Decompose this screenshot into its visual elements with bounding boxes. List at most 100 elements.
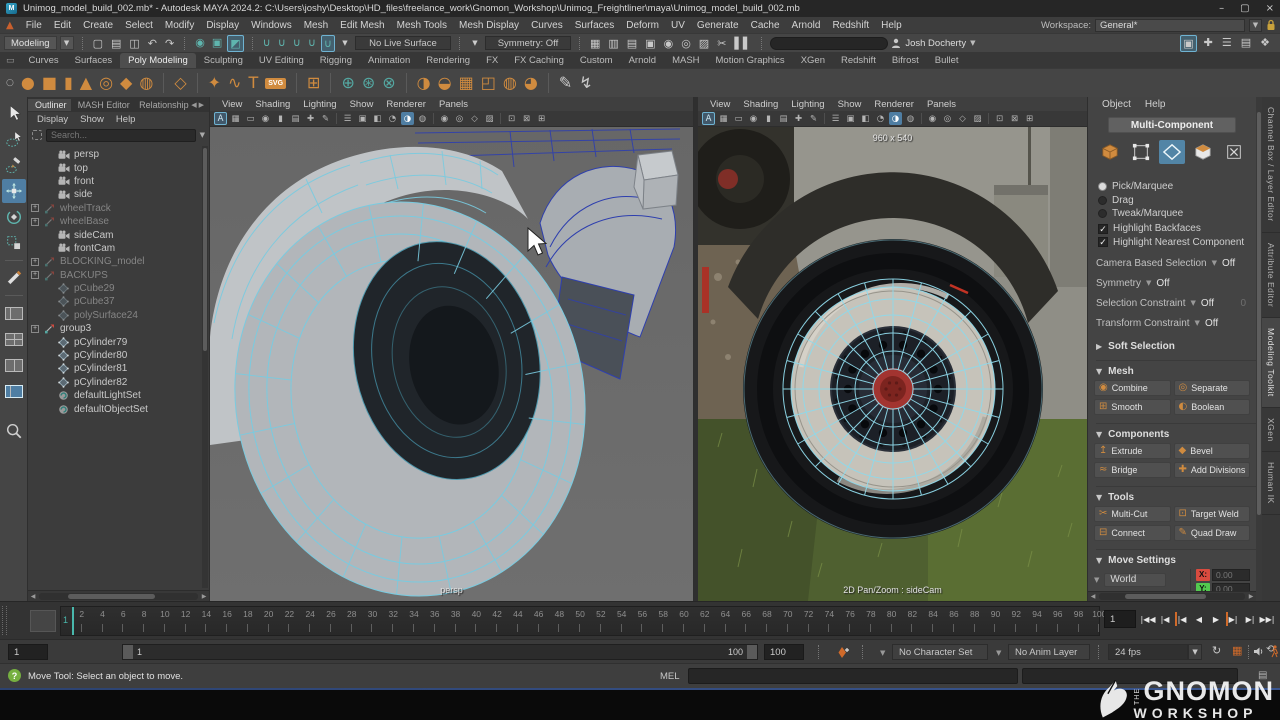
timeline-frame-88[interactable]: 88 — [954, 607, 975, 635]
soft-selection-expand-icon[interactable]: ▶ — [1096, 342, 1102, 351]
axis-orientation-caret-icon[interactable]: ▼ — [1094, 576, 1099, 584]
resolution-gate-icon[interactable]: ⊡ — [505, 112, 518, 125]
smooth-mesh-icon[interactable]: ◑ — [417, 71, 431, 95]
panel-menu-view[interactable]: View — [704, 99, 736, 110]
resolution-gate-icon[interactable]: ⊡ — [993, 112, 1006, 125]
toolkit-menu-object[interactable]: Object — [1096, 99, 1137, 110]
outliner-item-side[interactable]: side — [28, 188, 203, 201]
radio-drag[interactable]: Drag — [1098, 193, 1256, 206]
timeline-frame-64[interactable]: 64 — [705, 607, 726, 635]
panel-menu-lighting[interactable]: Lighting — [785, 99, 830, 110]
anim-layer-caret-icon[interactable]: ▼ — [996, 649, 1001, 657]
select-component-icon[interactable]: ◩ — [227, 35, 243, 52]
timeline-frame-56[interactable]: 56 — [622, 607, 643, 635]
timeline-frame-44[interactable]: 44 — [497, 607, 518, 635]
timeline-frame-22[interactable]: 22 — [269, 607, 290, 635]
shelf-tab-arnold[interactable]: Arnold — [621, 53, 664, 68]
timeline-frame-20[interactable]: 20 — [248, 607, 269, 635]
outliner-item-pcylinder81[interactable]: pCylinder81 — [28, 362, 203, 375]
pencil-curve-icon[interactable]: ✎ — [559, 71, 572, 95]
panel-menu-shading[interactable]: Shading — [737, 99, 784, 110]
type-tool-icon[interactable]: T — [248, 71, 258, 95]
timeline-frame-14[interactable]: 14 — [186, 607, 207, 635]
timeline-frame-50[interactable]: 50 — [559, 607, 580, 635]
timeline-frame-80[interactable]: 80 — [871, 607, 892, 635]
new-scene-icon[interactable]: ▢ — [91, 36, 105, 51]
timeline-frame-16[interactable]: 16 — [206, 607, 227, 635]
grid-display-icon[interactable]: ▦ — [717, 112, 730, 125]
timeline-frame-62[interactable]: 62 — [684, 607, 705, 635]
extrude-button[interactable]: ↥Extrude — [1094, 443, 1171, 459]
timeline-frame-82[interactable]: 82 — [892, 607, 913, 635]
menu-generate[interactable]: Generate — [691, 20, 745, 31]
timeline-frame-72[interactable]: 72 — [788, 607, 809, 635]
timeline-frame-58[interactable]: 58 — [642, 607, 663, 635]
layout-single-pane-button[interactable] — [2, 301, 26, 325]
shaded-icon[interactable]: ▣ — [356, 112, 369, 125]
separate-button[interactable]: ◎Separate — [1174, 380, 1251, 396]
film-gate-icon[interactable]: ▭ — [732, 112, 745, 125]
shelf-tab-fx[interactable]: FX — [478, 53, 506, 68]
time-slider-grip[interactable] — [2, 606, 7, 635]
poly-cone-icon[interactable]: ▲ — [80, 71, 92, 95]
shadows-icon[interactable]: ◑ — [401, 112, 414, 125]
panel-menu-show[interactable]: Show — [344, 99, 380, 110]
section-collapse-icon[interactable]: ▼ — [1096, 367, 1102, 376]
current-frame-field[interactable]: 1 — [1104, 610, 1136, 628]
outliner-item-sidecam[interactable]: sideCam — [28, 228, 203, 241]
menu-display[interactable]: Display — [200, 20, 245, 31]
construction-plane-icon[interactable]: ⊕ — [341, 71, 354, 95]
play-forwards-button[interactable]: ▶ — [1208, 608, 1224, 630]
user-account-menu[interactable]: Josh Docherty ▼ — [891, 38, 975, 49]
poly-plane-icon[interactable]: ◆ — [120, 71, 132, 95]
menu-windows[interactable]: Windows — [245, 20, 298, 31]
mel-label[interactable]: MEL — [660, 671, 680, 682]
outliner-item-defaultlightset[interactable]: defaultLightSet — [28, 389, 203, 402]
symmetry-caret-icon[interactable]: ▼ — [468, 36, 482, 50]
connect-button[interactable]: ⊟Connect — [1094, 525, 1171, 541]
menu-cache[interactable]: Cache — [745, 20, 786, 31]
checkbox-highlight-backfaces[interactable]: ✓Highlight Backfaces — [1098, 222, 1256, 235]
playblast-icon[interactable]: ▦ — [1232, 644, 1242, 657]
outliner-menu-show[interactable]: Show — [75, 114, 109, 125]
outliner-tab-relationship[interactable]: Relationship — [132, 99, 191, 111]
section-header-components[interactable]: ▼Components — [1096, 423, 1256, 440]
move-settings-header[interactable]: ▼ Move Settings — [1096, 549, 1256, 566]
image-plane-icon[interactable]: ▤ — [289, 112, 302, 125]
step-forward-key-button[interactable]: ▶| — [1225, 608, 1241, 630]
menu-modify[interactable]: Modify — [159, 20, 200, 31]
fog-icon[interactable]: ▨ — [971, 112, 984, 125]
outliner-hscrollbar[interactable]: ◀▶ — [28, 590, 209, 601]
checkbox-highlight-nearest-component[interactable]: ✓Highlight Nearest Component — [1098, 236, 1256, 249]
isolate-select-icon[interactable]: ◇ — [956, 112, 969, 125]
shaded-icon[interactable]: ▣ — [844, 112, 857, 125]
platonic-solid-icon[interactable]: ◇ — [174, 71, 186, 95]
mel-input[interactable] — [688, 668, 1018, 684]
wireframe-icon[interactable]: ☰ — [829, 112, 842, 125]
shelf-tab-curves[interactable]: Curves — [21, 53, 67, 68]
timeline-frame-60[interactable]: 60 — [663, 607, 684, 635]
multi-cut-button[interactable]: ✂Multi-Cut — [1094, 506, 1171, 522]
dropdown-camera-based-selection[interactable]: Camera Based Selection▼Off — [1096, 258, 1256, 269]
poly-torus-icon[interactable]: ◎ — [99, 71, 113, 95]
undo-icon[interactable]: ↶ — [146, 36, 159, 51]
poly-sphere-icon[interactable]: ● — [21, 71, 35, 95]
playback-loop-icon[interactable]: ↻ — [1212, 644, 1221, 657]
timeline-frame-18[interactable]: 18 — [227, 607, 248, 635]
layout-four-pane-button[interactable] — [2, 327, 26, 351]
section-collapse-icon[interactable]: ▼ — [1096, 430, 1102, 439]
gate-mask-icon[interactable]: ⊠ — [520, 112, 533, 125]
outliner-vscrollbar[interactable] — [202, 146, 208, 588]
play-backwards-button[interactable]: ◀ — [1191, 608, 1207, 630]
toolkit-menu-help[interactable]: Help — [1139, 99, 1172, 110]
timeline-frame-38[interactable]: 38 — [435, 607, 456, 635]
shelf-tab-motion-graphics[interactable]: Motion Graphics — [708, 53, 793, 68]
light-icon[interactable]: ◉ — [662, 36, 676, 51]
poly-cylinder-icon[interactable]: ▮ — [64, 71, 73, 95]
timeline-frame-100[interactable]: 100 — [1079, 607, 1100, 635]
textured-icon[interactable]: ◧ — [371, 112, 384, 125]
anim-layer-select[interactable]: No Anim Layer — [1008, 644, 1090, 660]
shelf-tab-redshift[interactable]: Redshift — [833, 53, 884, 68]
multi-component-button[interactable]: Multi-Component — [1108, 117, 1236, 133]
viewport-persp[interactable]: ViewShadingLightingShowRendererPanels A▦… — [210, 97, 694, 601]
